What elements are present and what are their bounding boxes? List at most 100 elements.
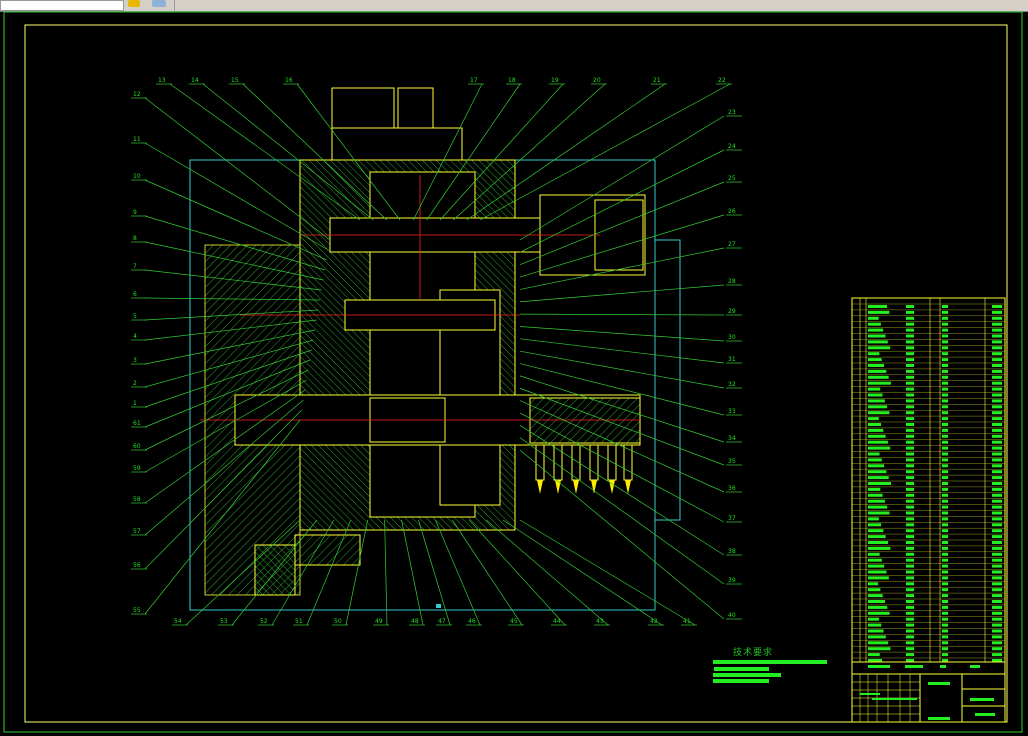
parts-list-cell xyxy=(992,629,1002,633)
parts-list-cell xyxy=(868,458,882,462)
parts-list-cell xyxy=(992,369,1002,373)
parts-list-cell xyxy=(942,399,948,403)
parts-list-cell xyxy=(992,423,1002,426)
parts-list-cell xyxy=(906,381,914,385)
parts-list-cell xyxy=(942,369,948,373)
parts-list-cell xyxy=(868,529,884,533)
parts-list-cell xyxy=(906,576,914,580)
leader-line xyxy=(519,449,725,620)
parts-list-cell xyxy=(942,629,948,633)
parts-list-cell xyxy=(942,635,948,639)
parts-list-cell xyxy=(942,546,948,550)
parts-list-cell xyxy=(942,434,948,438)
parts-list-cell xyxy=(868,487,881,491)
parts-list-cell xyxy=(906,523,914,527)
parts-list-cell xyxy=(942,653,948,657)
parts-list-cell xyxy=(942,358,948,362)
leader-line xyxy=(384,519,388,626)
parts-list-cell xyxy=(868,511,890,515)
parts-list-cell xyxy=(868,305,887,308)
parts-list-cell xyxy=(868,582,879,586)
title-block-cell xyxy=(905,665,923,668)
parts-list-cell xyxy=(868,322,881,326)
tool-bit-tip xyxy=(555,480,561,494)
parts-list-cell xyxy=(868,393,883,397)
parts-list-cell xyxy=(992,582,1002,586)
part-number-label: 11 xyxy=(133,136,141,143)
parts-list-cell xyxy=(868,641,889,645)
part-number-label: 39 xyxy=(728,577,736,584)
parts-list-cell xyxy=(992,505,1002,509)
parts-list-cell xyxy=(942,423,948,426)
parts-list-cell xyxy=(992,405,1002,409)
parts-list-cell xyxy=(868,476,889,480)
parts-list-cell xyxy=(906,328,914,332)
parts-list-cell xyxy=(906,310,914,314)
parts-list-table xyxy=(851,297,1006,663)
parts-list-cell xyxy=(906,322,914,326)
part-number-label: 23 xyxy=(728,109,736,116)
parts-list-cell xyxy=(868,316,879,320)
parts-list-cell xyxy=(906,617,914,621)
parts-list-cell xyxy=(942,605,948,609)
tool-bits xyxy=(535,444,633,494)
cad-drawing-canvas[interactable]: 1211109876543216160595857565513 14 15 16 17 1… xyxy=(0,0,1028,736)
part-number-label: 20 xyxy=(593,77,601,84)
parts-list-cell xyxy=(868,423,881,426)
part-number-label: 50 xyxy=(334,618,342,625)
parts-list-cell xyxy=(868,428,884,432)
parts-list-cell xyxy=(868,611,890,615)
parts-list-cell xyxy=(942,623,948,627)
parts-list-cell xyxy=(942,470,948,474)
parts-list-cell xyxy=(868,310,890,314)
parts-list-cell xyxy=(992,316,1002,320)
lower-left-plate xyxy=(254,544,296,596)
leader-line xyxy=(452,519,523,626)
parts-list-cell xyxy=(906,641,914,645)
parts-list-cell xyxy=(906,499,914,503)
parts-list-cell xyxy=(906,517,914,521)
parts-list-cell xyxy=(868,470,887,474)
parts-list-cell xyxy=(868,647,891,651)
parts-list-cell xyxy=(992,346,1002,350)
parts-list-cell xyxy=(992,446,1002,450)
parts-list-cell xyxy=(868,381,891,385)
parts-list-cell xyxy=(906,529,914,533)
parts-list-cell xyxy=(942,588,948,592)
leader-line xyxy=(485,519,609,626)
parts-list-cell xyxy=(906,411,914,415)
part-number-label: 40 xyxy=(728,612,736,619)
parts-list-cell xyxy=(906,623,914,627)
parts-list-cell xyxy=(868,493,883,497)
part-number-label: 58 xyxy=(133,496,141,503)
parts-list-cell xyxy=(906,653,914,657)
parts-list-cell xyxy=(942,316,948,320)
part-number-label: 29 xyxy=(728,308,736,315)
parts-list-cell xyxy=(906,558,914,562)
part-number-label: 30 xyxy=(728,334,736,341)
leader-line xyxy=(519,437,725,585)
part-number-label: 61 xyxy=(133,420,141,427)
parts-list-cell xyxy=(992,458,1002,462)
parts-list-cell xyxy=(992,605,1002,609)
part-number-label: 52 xyxy=(260,618,268,625)
part-number-label: 37 xyxy=(728,515,736,522)
parts-list-cell xyxy=(906,564,914,568)
part-number-label: 33 xyxy=(728,408,736,415)
part-number-label: 60 xyxy=(133,443,141,450)
part-number-label: 2 xyxy=(133,380,137,387)
part-number-label: 21 xyxy=(653,77,661,84)
parts-list-cell xyxy=(992,623,1002,627)
part-number-label: 10 xyxy=(133,173,141,180)
parts-list-cell xyxy=(942,405,948,409)
parts-list-cell xyxy=(868,375,889,379)
parts-list-cell xyxy=(868,588,881,592)
parts-list-cell xyxy=(992,576,1002,580)
part-number-label: 38 xyxy=(728,548,736,555)
parts-list-cell xyxy=(992,600,1002,603)
parts-list-cell xyxy=(868,369,887,373)
parts-list-cell xyxy=(942,482,948,485)
parts-list-cell xyxy=(942,552,948,556)
parts-list-cell xyxy=(906,493,914,497)
parts-list-cell xyxy=(992,641,1002,645)
